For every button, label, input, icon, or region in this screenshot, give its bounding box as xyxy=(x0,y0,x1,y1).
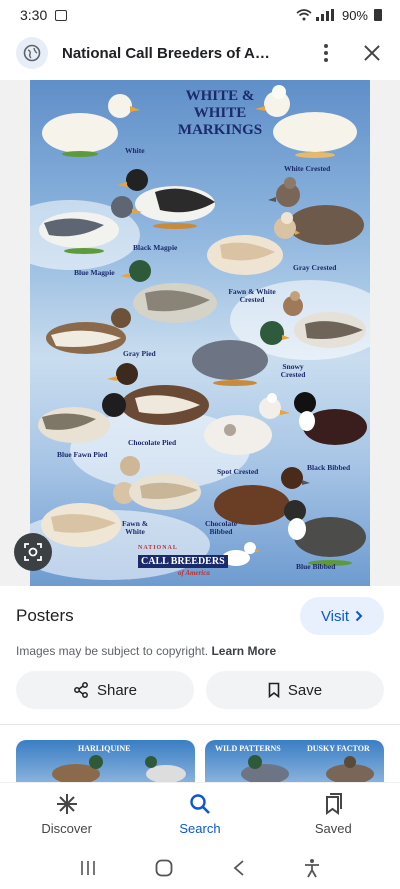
label-gray-crested: Gray Crested xyxy=(293,263,337,272)
duck-brown-left xyxy=(46,308,131,354)
image-viewer[interactable]: WHITE & WHITE MARKINGS White White Crest… xyxy=(0,80,400,586)
duck-blue-fawn-pied xyxy=(38,393,126,443)
gallery-icon xyxy=(55,9,68,21)
nav-discover[interactable]: Discover xyxy=(0,783,133,846)
label-fawn-white: Fawn & White xyxy=(121,519,149,536)
search-icon xyxy=(190,794,210,814)
label-blue-fawn-pied: Blue Fawn Pied xyxy=(57,450,108,459)
brand-logo: NATIONAL CALL BREEDERS of America xyxy=(138,545,228,577)
related-thumb-harliquine[interactable]: HARLIQUINE xyxy=(16,740,195,785)
discover-icon xyxy=(56,794,77,814)
recents-icon[interactable] xyxy=(79,859,97,877)
label-spot-crested: Spot Crested xyxy=(217,467,259,476)
more-vert-icon[interactable] xyxy=(314,41,338,65)
close-icon[interactable] xyxy=(360,41,384,65)
nav-search[interactable]: Search xyxy=(133,783,266,846)
share-button[interactable]: Share xyxy=(16,671,194,709)
browser-header: National Call Breeders of Ame... xyxy=(0,30,400,76)
accessibility-icon[interactable] xyxy=(303,858,321,878)
status-right: 90% xyxy=(296,8,382,23)
image-info: Posters Visit Images may be subject to c… xyxy=(0,596,400,658)
label-black-bibbed: Black Bibbed xyxy=(307,463,351,472)
bottom-navigation: Discover Search Saved xyxy=(0,782,400,846)
source-row: Posters Visit xyxy=(16,596,384,636)
label-fawn-white-crested: Fawn & White Crested xyxy=(228,287,276,304)
chevron-right-icon xyxy=(355,610,363,622)
visit-button[interactable]: Visit xyxy=(300,597,384,635)
battery-percent: 90% xyxy=(341,7,368,23)
label-chocolate-pied: Chocolate Pied xyxy=(128,438,177,447)
duck-white-crested xyxy=(255,85,357,158)
learn-more-link[interactable]: Learn More xyxy=(211,644,276,658)
label-white: White xyxy=(125,146,145,155)
label-gray-pied: Gray Pied xyxy=(123,349,156,358)
duck-fawn-white-2 xyxy=(120,456,201,510)
status-time: 3:30 xyxy=(20,7,48,23)
lens-icon[interactable] xyxy=(14,533,52,571)
label-snowy-crested: Snowy Crested xyxy=(280,362,306,379)
label-black-magpie: Black Magpie xyxy=(133,243,178,252)
label-blue-magpie: Blue Magpie xyxy=(74,268,115,277)
share-label: Share xyxy=(96,681,138,699)
label-chocolate-bibbed: Chocolate Bibbed xyxy=(204,519,238,536)
related-images: HARLIQUINE WILD PATTERNS DUSKY FACTOR xyxy=(16,740,384,785)
copyright-notice: Images may be subject to copyright. Lear… xyxy=(16,644,277,658)
duck-spot-crested xyxy=(204,393,290,455)
back-icon[interactable] xyxy=(232,859,246,877)
bookmark-icon xyxy=(268,682,280,698)
signal-icon xyxy=(315,9,334,21)
related-thumb-wild-patterns[interactable]: WILD PATTERNS DUSKY FACTOR xyxy=(205,740,384,785)
save-label: Save xyxy=(287,681,323,699)
divider xyxy=(0,724,400,725)
duck-blue-magpie xyxy=(39,196,142,254)
page-title: National Call Breeders of Ame... xyxy=(62,44,282,62)
saved-icon xyxy=(326,793,343,815)
label-blue-bibbed: Blue Bibbed xyxy=(296,562,336,571)
label-white-crested: White Crested xyxy=(284,164,331,173)
nav-saved[interactable]: Saved xyxy=(267,783,400,846)
globe-icon[interactable] xyxy=(16,37,48,69)
home-icon[interactable] xyxy=(154,858,174,878)
save-button[interactable]: Save xyxy=(206,671,384,709)
duck-black-bibbed xyxy=(294,392,367,445)
status-bar: 3:30 90% xyxy=(0,0,400,30)
battery-icon xyxy=(374,9,382,21)
wifi-icon xyxy=(296,9,312,21)
system-navigation xyxy=(0,846,400,889)
visit-label: Visit xyxy=(320,607,350,625)
poster-image[interactable]: WHITE & WHITE MARKINGS White White Crest… xyxy=(30,80,370,586)
share-icon xyxy=(74,682,88,698)
source-name: Posters xyxy=(16,606,74,625)
action-row: Share Save xyxy=(16,671,384,709)
duck-blue-bibbed xyxy=(284,500,366,566)
